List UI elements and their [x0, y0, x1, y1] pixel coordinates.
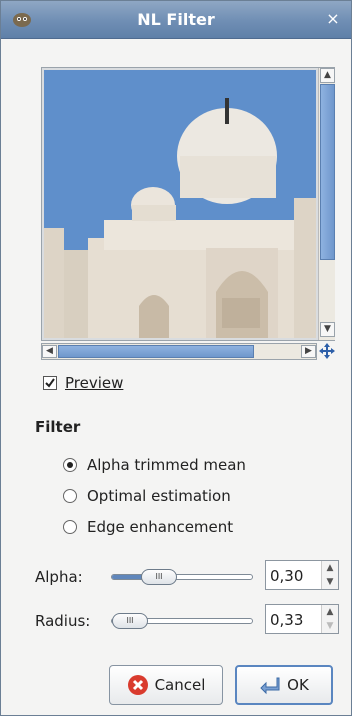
alpha-slider[interactable]: III — [111, 569, 253, 585]
radio-optimal-estimation[interactable]: Optimal estimation — [63, 486, 231, 506]
ok-icon — [260, 677, 280, 695]
alpha-spinbox[interactable]: 0,30 ▲ ▼ — [265, 560, 339, 590]
spin-down-icon[interactable]: ▼ — [322, 575, 338, 589]
radius-label: Radius: — [35, 612, 91, 630]
spin-up-icon[interactable]: ▲ — [322, 561, 338, 575]
preview-label: Preview — [65, 374, 124, 392]
preview-checkbox[interactable] — [43, 376, 57, 390]
scroll-right-button[interactable]: ▶ — [301, 345, 316, 358]
scroll-down-button[interactable]: ▼ — [320, 322, 335, 337]
alpha-label: Alpha: — [35, 568, 83, 586]
alpha-spin-arrows[interactable]: ▲ ▼ — [321, 561, 338, 589]
radio-alpha-trimmed-mean[interactable]: Alpha trimmed mean — [63, 455, 246, 475]
radius-spin-arrows[interactable]: ▲ ▼ — [321, 605, 338, 633]
navigate-icon[interactable] — [318, 342, 336, 360]
alpha-value[interactable]: 0,30 — [270, 567, 303, 585]
preview-checkbox-row[interactable]: Preview — [43, 373, 123, 393]
vertical-scrollbar[interactable]: ▲ ▼ — [318, 68, 335, 340]
radius-value[interactable]: 0,33 — [270, 611, 303, 629]
radius-slider[interactable]: III — [111, 613, 253, 629]
radio-edge-enhancement[interactable]: Edge enhancement — [63, 517, 233, 537]
spin-up-icon[interactable]: ▲ — [322, 605, 338, 619]
vertical-scroll-thumb[interactable] — [320, 84, 335, 260]
scroll-left-button[interactable]: ◀ — [42, 345, 57, 358]
ok-label: OK — [287, 676, 309, 694]
alpha-slider-handle[interactable]: III — [141, 569, 177, 585]
cancel-button[interactable]: Cancel — [109, 665, 223, 705]
radio-button[interactable] — [63, 489, 77, 503]
nl-filter-dialog: NL Filter × ▲ ▼ ◀ ▶ Preview Filter Alpha… — [0, 0, 352, 716]
preview-image[interactable] — [44, 70, 316, 338]
horizontal-scrollbar[interactable]: ◀ ▶ — [41, 343, 317, 360]
radio-label: Edge enhancement — [87, 518, 234, 536]
filter-section-title: Filter — [35, 418, 81, 436]
close-icon[interactable]: × — [323, 9, 343, 29]
cancel-label: Cancel — [154, 676, 206, 694]
horizontal-scroll-thumb[interactable] — [58, 345, 254, 358]
ok-button[interactable]: OK — [235, 665, 333, 705]
cancel-icon — [127, 675, 148, 695]
radio-button[interactable] — [63, 520, 77, 534]
titlebar[interactable]: NL Filter × — [1, 1, 351, 39]
radio-label: Optimal estimation — [87, 487, 231, 505]
window-title: NL Filter — [137, 10, 215, 29]
preview-area: ▲ ▼ — [41, 67, 335, 341]
radius-spinbox[interactable]: 0,33 ▲ ▼ — [265, 604, 339, 634]
radio-label: Alpha trimmed mean — [87, 456, 246, 474]
scroll-up-button[interactable]: ▲ — [320, 68, 335, 83]
radius-slider-handle[interactable]: III — [112, 613, 148, 629]
spin-down-icon: ▼ — [326, 621, 334, 631]
radio-button[interactable] — [63, 458, 77, 472]
